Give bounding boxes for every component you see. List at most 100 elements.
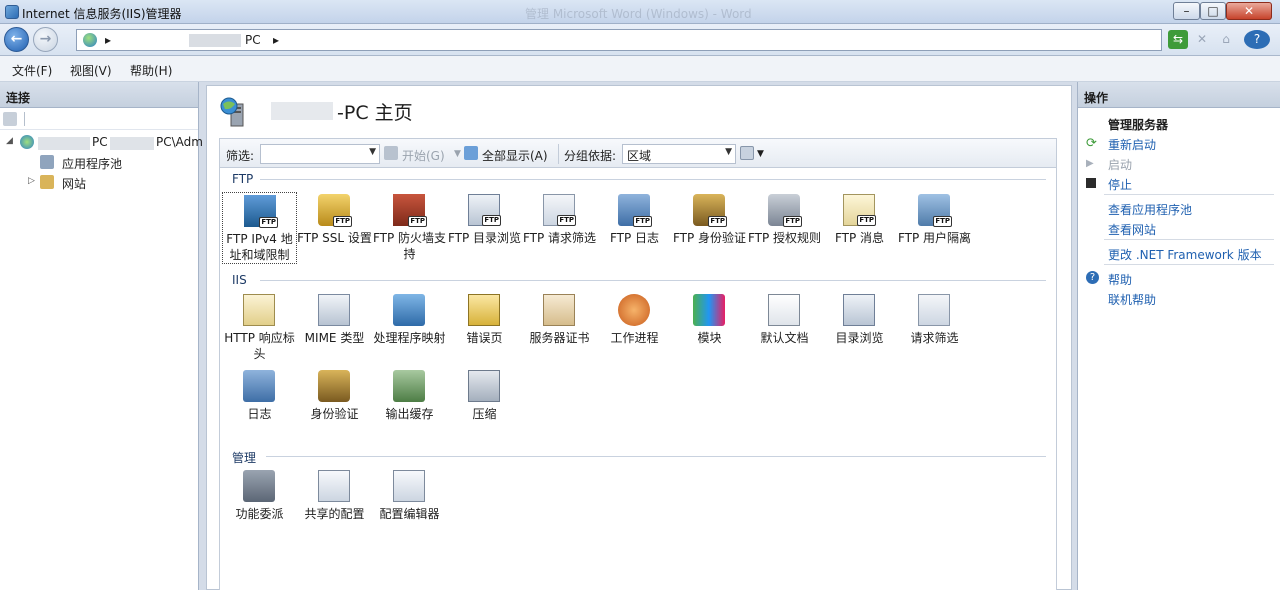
ftp-badge-icon: FTP: [933, 216, 952, 227]
feature-modules[interactable]: 模块: [672, 292, 747, 364]
redacted-name: [110, 137, 154, 150]
stop-link[interactable]: 停止: [1108, 176, 1132, 193]
breadcrumb-server[interactable]: PC: [245, 33, 261, 47]
ftp-badge-icon: FTP: [408, 216, 427, 227]
feature-worker-processes[interactable]: 工作进程: [597, 292, 672, 364]
start-link[interactable]: 启动: [1108, 156, 1132, 173]
menu-help[interactable]: 帮助(H): [130, 62, 172, 79]
group-by-select[interactable]: 区域 ▼: [622, 144, 736, 164]
feature-label: FTP 用户隔离: [897, 231, 972, 245]
feature-ftp-request-filter[interactable]: FTP FTP 请求筛选: [522, 192, 597, 264]
tree-node-app-pools[interactable]: 应用程序池: [40, 154, 190, 172]
collapse-icon[interactable]: ◢: [6, 136, 13, 146]
network-restrict-icon: FTP: [244, 195, 278, 228]
feature-label: 身份验证: [310, 407, 359, 421]
ftp-badge-icon: FTP: [333, 216, 352, 227]
feature-label: HTTP 响应标头: [224, 331, 295, 361]
feature-mime-types[interactable]: MIME 类型: [297, 292, 372, 364]
breadcrumb-separator[interactable]: ▸: [105, 33, 111, 47]
feature-ftp-ssl[interactable]: FTP FTP SSL 设置: [297, 192, 372, 264]
home-page-pane: -PC 主页 筛选: ▼ 开始(G) ▼ 全部显示(A) 分组依据: 区域 ▼ …: [206, 85, 1072, 590]
feature-server-certs[interactable]: 服务器证书: [522, 292, 597, 364]
worker-process-icon: [618, 294, 650, 326]
feature-config-editor[interactable]: 配置编辑器: [372, 468, 447, 540]
menu-view[interactable]: 视图(V): [70, 62, 112, 79]
feature-ftp-auth[interactable]: FTP FTP 身份验证: [672, 192, 747, 264]
redacted-name: [271, 102, 333, 120]
feature-ftp-ipv4[interactable]: FTP FTP IPv4 地址和域限制: [222, 192, 297, 264]
restart-link[interactable]: 重新启动: [1108, 136, 1156, 153]
page-title: -PC 主页: [337, 102, 413, 124]
menu-file[interactable]: 文件(F): [12, 62, 52, 79]
start-filter-button[interactable]: 开始(G): [402, 147, 445, 164]
feature-label: 服务器证书: [529, 331, 590, 345]
connect-icon[interactable]: [3, 112, 17, 126]
maximize-icon: □: [1207, 4, 1219, 18]
feature-compression[interactable]: 压缩: [447, 368, 522, 440]
app-pool-icon: [40, 155, 54, 169]
feature-label: FTP 请求筛选: [522, 231, 597, 245]
feature-label: FTP 防火墙支持: [372, 231, 447, 261]
feature-authentication[interactable]: 身份验证: [297, 368, 372, 440]
tree-node-sites[interactable]: ▷ 网站: [28, 174, 178, 192]
feature-handler-mappings[interactable]: 处理程序映射: [372, 292, 447, 364]
home-icon[interactable]: ⌂: [1216, 30, 1236, 49]
back-button[interactable]: ←: [4, 27, 29, 52]
maximize-button[interactable]: □: [1200, 2, 1226, 20]
arrow-right-icon: →: [39, 31, 52, 47]
online-help-link[interactable]: 联机帮助: [1108, 291, 1156, 308]
minimize-button[interactable]: –: [1173, 2, 1200, 20]
breadcrumb-separator[interactable]: ▸: [273, 33, 279, 47]
default-document-icon: [768, 294, 800, 326]
change-net-framework-link[interactable]: 更改 .NET Framework 版本: [1108, 246, 1262, 263]
tree-node-server[interactable]: ◢ PC PC\Adm: [6, 134, 203, 152]
mime-icon: [318, 294, 350, 326]
refresh-icon[interactable]: ⇆: [1168, 30, 1188, 49]
feature-ftp-user-isolation[interactable]: FTP FTP 用户隔离: [897, 192, 972, 264]
feature-output-caching[interactable]: 输出缓存: [372, 368, 447, 440]
feature-label: 共享的配置: [304, 507, 365, 521]
feature-ftp-messages[interactable]: FTP FTP 消息: [822, 192, 897, 264]
title-bar: Internet 信息服务(IIS)管理器 管理 Microsoft Word …: [0, 0, 1280, 24]
certificate-icon: [543, 294, 575, 326]
feature-request-filtering[interactable]: 请求筛选: [897, 292, 972, 364]
feature-error-pages[interactable]: 错误页: [447, 292, 522, 364]
show-all-button[interactable]: 全部显示(A): [482, 147, 548, 164]
stop-icon[interactable]: ✕: [1192, 30, 1212, 49]
feature-default-document[interactable]: 默认文档: [747, 292, 822, 364]
feature-ftp-authz[interactable]: FTP FTP 授权规则: [747, 192, 822, 264]
minimize-icon: –: [1183, 4, 1190, 18]
help-icon[interactable]: ?: [1244, 30, 1270, 49]
feature-delegation[interactable]: 功能委派: [222, 468, 297, 540]
feature-dir-browsing[interactable]: 目录浏览: [822, 292, 897, 364]
feature-http-headers[interactable]: HTTP 响应标头: [222, 292, 297, 364]
view-app-pools-link[interactable]: 查看应用程序池: [1108, 201, 1192, 218]
stop-icon: [1086, 178, 1096, 188]
ftp-badge-icon: FTP: [557, 215, 576, 226]
feature-ftp-log[interactable]: FTP FTP 日志: [597, 192, 672, 264]
feature-label: FTP 身份验证: [672, 231, 747, 245]
feature-label: FTP 日志: [609, 231, 660, 245]
sites-folder-icon: [40, 175, 54, 189]
address-bar[interactable]: ▸ PC ▸: [76, 29, 1162, 51]
ftp-badge-icon: FTP: [259, 217, 278, 228]
feature-ftp-dir-browse[interactable]: FTP FTP 目录浏览: [447, 192, 522, 264]
ghost-window-title: 管理 Microsoft Word (Windows) - Word: [525, 7, 752, 21]
chevron-down-icon[interactable]: ▼: [454, 149, 461, 159]
view-mode-icon[interactable]: [740, 146, 754, 160]
filter-input[interactable]: ▼: [260, 144, 380, 164]
feature-shared-config[interactable]: 共享的配置: [297, 468, 372, 540]
help-link[interactable]: 帮助: [1108, 271, 1132, 288]
window-title: Internet 信息服务(IIS)管理器: [22, 7, 182, 21]
iis-app-icon: [5, 5, 19, 19]
chevron-down-icon[interactable]: ▼: [757, 149, 764, 159]
feature-ftp-firewall[interactable]: FTP FTP 防火墙支持: [372, 192, 447, 264]
filter-icon: FTP: [543, 194, 576, 226]
expand-icon[interactable]: ▷: [28, 176, 35, 186]
forward-button[interactable]: →: [33, 27, 58, 52]
view-sites-link[interactable]: 查看网站: [1108, 221, 1156, 238]
manage-server-heading: 管理服务器: [1108, 118, 1169, 132]
ftp-badge-icon: FTP: [783, 216, 802, 227]
feature-logging[interactable]: 日志: [222, 368, 297, 440]
close-button[interactable]: ✕: [1226, 2, 1272, 20]
